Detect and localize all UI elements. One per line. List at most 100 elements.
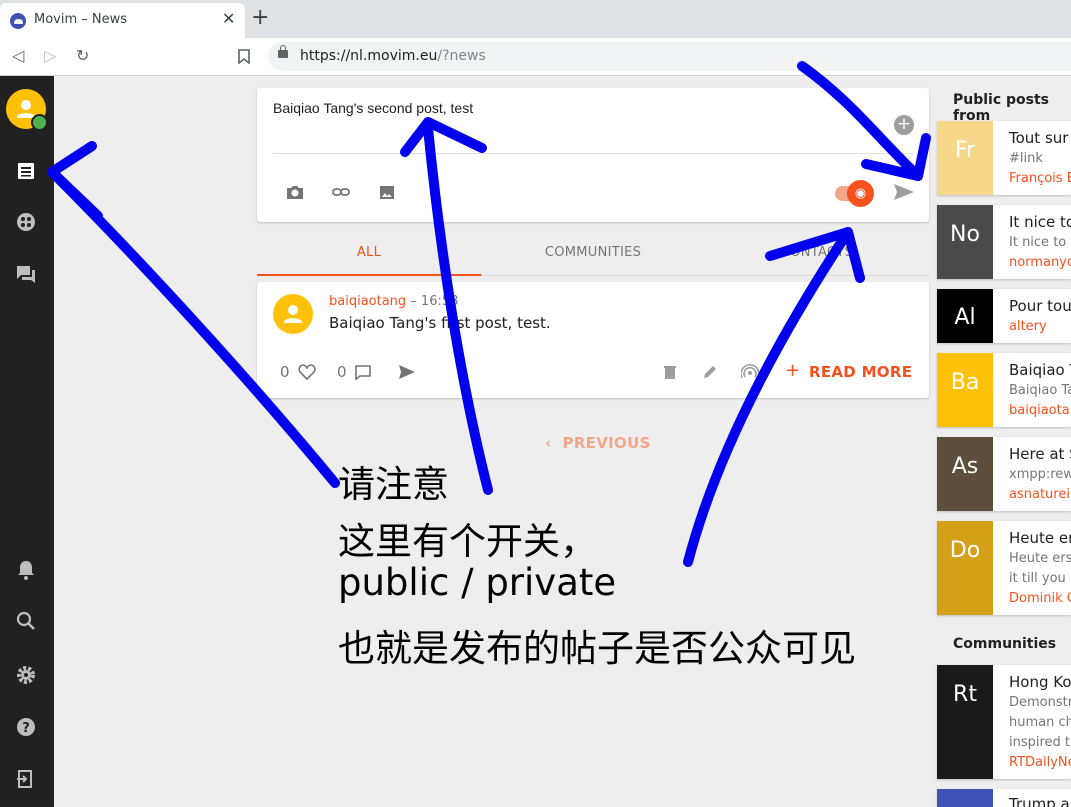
public-post-item[interactable]: Ba Baiqiao T Baiqiao Ta baiqiaota	[937, 353, 1071, 427]
thumb-initials: Rt	[953, 682, 977, 707]
thumb-initials: Fr	[954, 138, 976, 163]
compose-input[interactable]: Baiqiao Tang's second post, test	[273, 100, 473, 116]
post-title: Tout sur	[1009, 129, 1069, 147]
send-icon[interactable]	[893, 183, 915, 201]
search-icon[interactable]	[15, 610, 37, 632]
post-author[interactable]: baiqiaotang	[329, 294, 406, 309]
communities-header: Communities	[953, 636, 1057, 652]
tab-all[interactable]: ALL	[257, 245, 481, 260]
comment-count: 0	[337, 363, 347, 381]
person-icon	[284, 305, 302, 323]
community-title: Hong Ko	[1009, 673, 1071, 691]
close-tab-icon[interactable]: ✕	[222, 9, 235, 28]
chevron-left-icon: ‹	[545, 434, 552, 452]
heart-icon[interactable]	[298, 364, 316, 380]
public-broadcast-icon: ◉	[847, 180, 874, 207]
camera-icon[interactable]	[286, 184, 304, 200]
compose-card: Baiqiao Tang's second post, test + ◉	[257, 88, 929, 222]
previous-button[interactable]: ‹ PREVIOUS	[545, 434, 651, 452]
annotation-line-1: 请注意	[338, 463, 449, 506]
post-author: asnaturei	[1009, 487, 1070, 502]
public-post-item[interactable]: Al Pour tou altery	[937, 289, 1071, 343]
like-count: 0	[280, 363, 290, 381]
bookmark-icon[interactable]	[238, 49, 250, 64]
community-sub: inspired t	[1009, 735, 1071, 750]
annotation-line-2: 这里有个开关，	[338, 520, 597, 563]
help-icon[interactable]: ?	[15, 716, 37, 738]
thumb-initials: Do	[949, 538, 981, 563]
post-sub: xmpp:rew	[1009, 467, 1071, 482]
url-text[interactable]: https://nl.movim.eu/?news	[300, 48, 486, 64]
public-icon[interactable]	[741, 364, 759, 380]
community-title: Trump a	[1009, 795, 1070, 807]
url-host: https://nl.movim.eu	[300, 48, 438, 64]
post-title: Heute er	[1009, 529, 1071, 547]
post-sub: it till you	[1009, 571, 1066, 586]
back-icon[interactable]: ◁	[12, 46, 24, 65]
post-body[interactable]: Baiqiao Tang's first post, test.	[329, 314, 551, 332]
reload-icon[interactable]: ↻	[76, 46, 89, 65]
browser-tab-bar: Movim – News ✕ +	[0, 0, 1071, 38]
active-tab-indicator	[257, 274, 481, 276]
post-avatar[interactable]	[273, 294, 313, 334]
lock-icon	[278, 45, 288, 58]
read-more-button[interactable]: READ MORE	[809, 363, 912, 381]
divider	[273, 153, 914, 154]
post-sub: Heute ers	[1009, 551, 1071, 566]
browser-tab[interactable]: Movim – News ✕	[0, 3, 245, 38]
post-thumbnail: As	[937, 437, 993, 511]
post-thumbnail: Ba	[937, 353, 993, 427]
post-card: baiqiaotang – 16:58 Baiqiao Tang's first…	[257, 282, 929, 398]
post-meta: baiqiaotang – 16:58	[329, 294, 458, 309]
presence-indicator	[31, 114, 48, 131]
share-icon[interactable]	[398, 364, 416, 380]
comment-icon[interactable]	[354, 364, 372, 380]
forward-icon[interactable]: ▷	[44, 46, 56, 65]
svg-text:?: ?	[22, 721, 30, 736]
annotation-line-3: public / private	[338, 561, 617, 604]
post-thumbnail: Al	[937, 289, 993, 343]
thumb-initials: Al	[954, 305, 976, 330]
bell-icon[interactable]	[15, 559, 37, 581]
tab-contacts[interactable]: CONTACTS	[705, 245, 929, 260]
community-thumbnail: Rt	[937, 665, 993, 779]
community-item[interactable]: Trump a	[937, 789, 1071, 807]
thumb-initials: No	[950, 222, 980, 247]
movim-favicon-icon	[10, 13, 26, 29]
public-post-item[interactable]: No It nice to It nice to r normanyo	[937, 205, 1071, 279]
gear-icon[interactable]	[15, 664, 37, 686]
news-icon[interactable]	[15, 160, 37, 182]
public-post-item[interactable]: As Here at S xmpp:rew asnaturei	[937, 437, 1071, 511]
user-avatar[interactable]	[6, 89, 48, 131]
new-tab-icon[interactable]: +	[251, 5, 269, 30]
plus-icon: +	[785, 360, 801, 381]
community-item[interactable]: Rt Hong Ko Demonstr human ch inspired t RTDa…	[937, 665, 1071, 779]
thumb-initials: As	[951, 454, 979, 479]
public-private-toggle[interactable]: ◉	[835, 180, 874, 207]
community-sub: human ch	[1009, 715, 1071, 730]
explore-icon[interactable]	[15, 211, 37, 233]
address-bar: ◁ ▷ ↻ https://nl.movim.eu/?news	[0, 38, 1071, 76]
delete-icon[interactable]	[663, 364, 677, 380]
post-author: altery	[1009, 319, 1047, 334]
post-sub: It nice to r	[1009, 235, 1071, 250]
thumb-initials: Ba	[950, 370, 980, 395]
tab-communities[interactable]: COMMUNITIES	[481, 245, 705, 260]
news-tabs: ALL COMMUNITIES CONTACTS	[257, 233, 929, 276]
post-title: Here at S	[1009, 445, 1071, 463]
link-icon[interactable]	[332, 184, 350, 200]
community-sub: Demonstr	[1009, 695, 1071, 710]
image-icon[interactable]	[378, 184, 396, 200]
community-thumbnail	[937, 789, 993, 807]
chat-icon[interactable]	[15, 263, 37, 285]
post-thumbnail: Fr	[937, 121, 993, 195]
public-post-item[interactable]: Fr Tout sur #link François E	[937, 121, 1071, 195]
public-post-item[interactable]: Do Heute er Heute ers it till you Dominik G	[937, 521, 1071, 615]
edit-icon[interactable]	[702, 364, 718, 380]
add-circle-icon[interactable]: +	[894, 115, 914, 135]
post-sub: #link	[1009, 151, 1043, 166]
public-posts-header: Public posts from	[953, 92, 1050, 124]
logout-icon[interactable]	[15, 768, 37, 790]
url-path: /?news	[437, 48, 486, 64]
post-author: baiqiaota	[1009, 403, 1070, 418]
